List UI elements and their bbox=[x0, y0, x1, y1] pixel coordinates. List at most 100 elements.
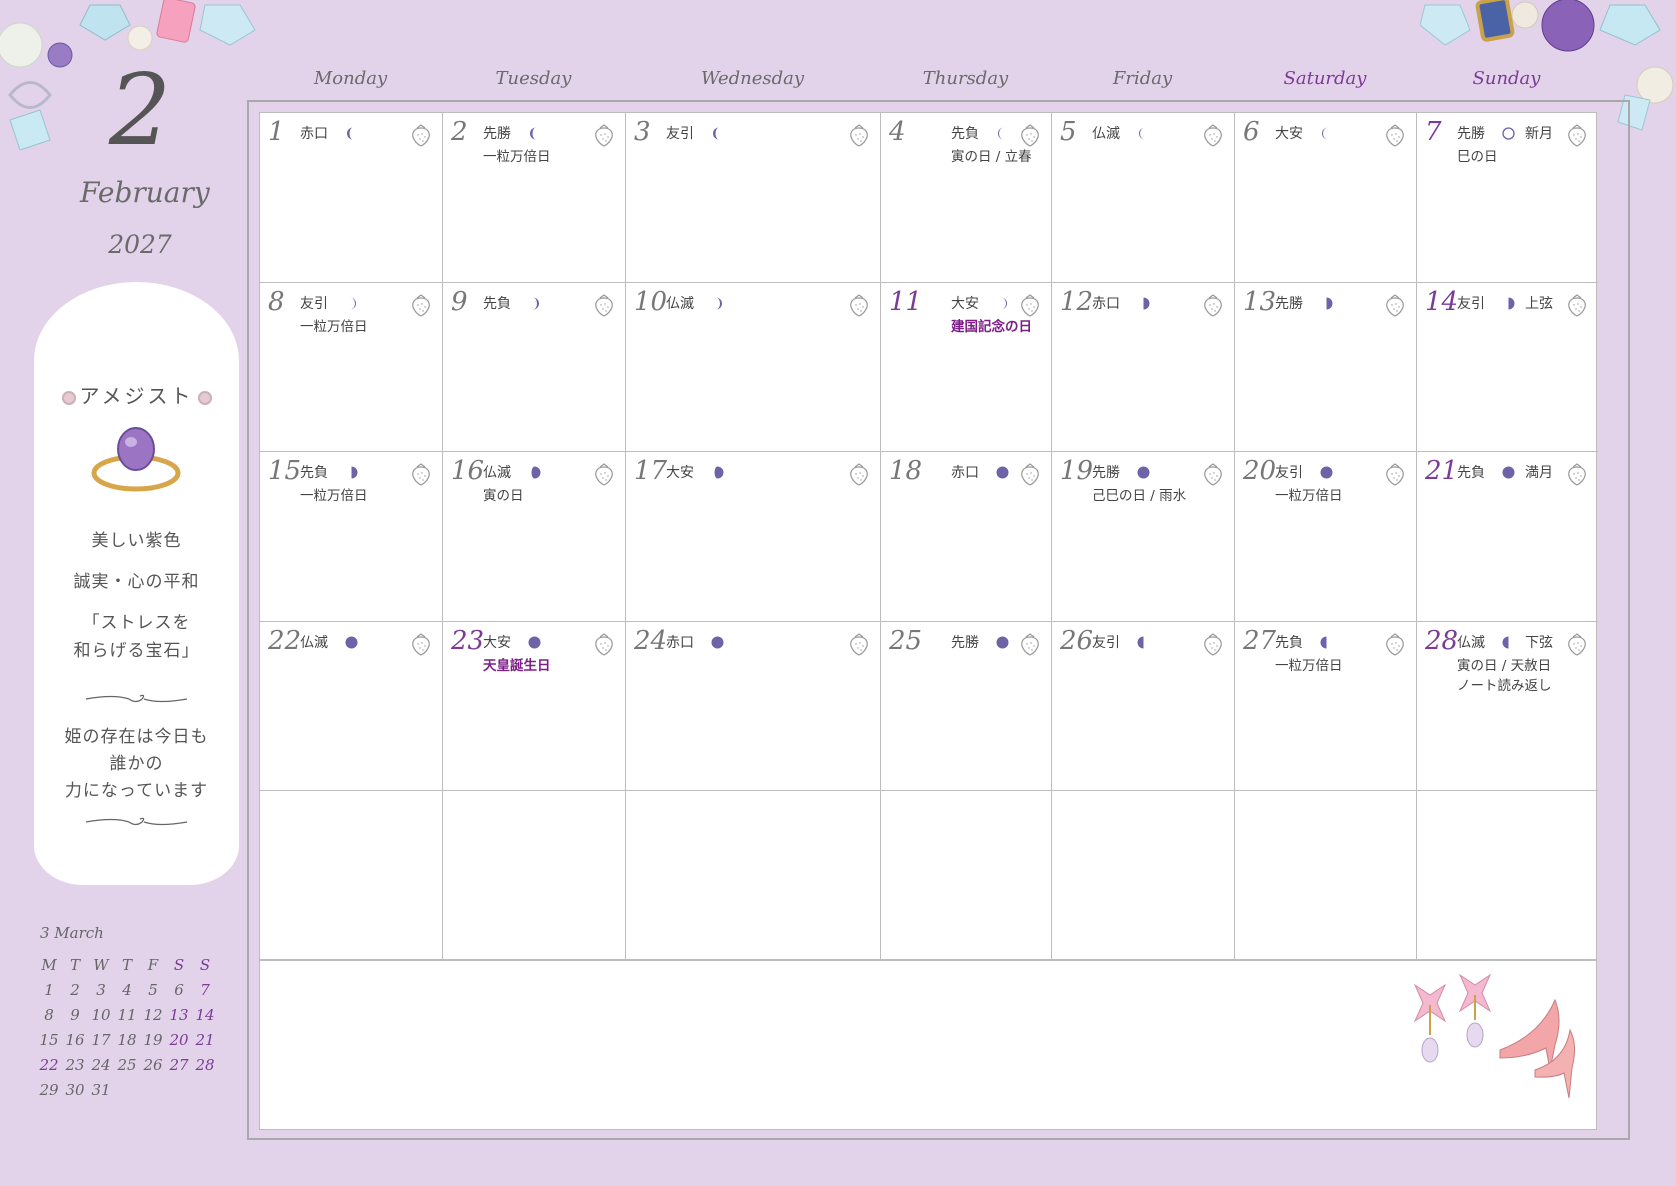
empty-day-cell[interactable] bbox=[626, 791, 881, 961]
mini-calendar-day: 11 bbox=[117, 1006, 137, 1024]
day-cell[interactable]: 17 大安 bbox=[626, 452, 881, 622]
day-number: 8 bbox=[268, 286, 285, 317]
moon-phase-icon bbox=[1137, 295, 1150, 309]
gem-description-line: 和らげる宝石」 bbox=[73, 641, 200, 661]
mini-calendar-day: 4 bbox=[122, 981, 132, 999]
mini-calendar-day: 20 bbox=[169, 1031, 189, 1049]
strawberry-icon bbox=[1019, 123, 1041, 147]
mini-calendar-header: F bbox=[147, 956, 159, 974]
moon-phase-icon bbox=[1320, 295, 1333, 309]
day-cell[interactable]: 27 先負 一粒万倍日 bbox=[1235, 621, 1417, 791]
day-number: 1 bbox=[268, 117, 285, 147]
empty-day-cell[interactable] bbox=[881, 791, 1052, 961]
mini-calendar-day: 13 bbox=[169, 1006, 189, 1024]
rokuyo-label: 赤口 bbox=[1092, 295, 1120, 312]
day-cell[interactable]: 9 先負 bbox=[443, 282, 626, 452]
day-cell[interactable]: 15 先負 一粒万倍日 bbox=[260, 452, 443, 622]
moon-phase-icon bbox=[1320, 634, 1333, 648]
mini-calendar-header: T bbox=[121, 956, 132, 974]
strawberry-icon bbox=[848, 293, 870, 317]
rokuyo-label: 仏滅 bbox=[300, 634, 328, 651]
day-number: 4 bbox=[889, 117, 906, 147]
day-number: 17 bbox=[634, 456, 668, 486]
birthstone-name: アメジスト bbox=[34, 380, 239, 409]
strawberry-icon bbox=[410, 632, 432, 656]
rokuyo-label: 先負 bbox=[300, 465, 328, 481]
day-cell[interactable]: 24 赤口 bbox=[626, 621, 881, 791]
strawberry-icon bbox=[410, 293, 432, 317]
strawberry-icon bbox=[593, 632, 615, 656]
mini-calendar-day: 19 bbox=[143, 1031, 163, 1049]
day-cell[interactable]: 19 先勝 己巳の日 / 雨水 bbox=[1052, 452, 1235, 622]
day-number: 3 bbox=[634, 117, 651, 147]
moon-phase-icon bbox=[1137, 634, 1150, 648]
day-cell[interactable]: 6 大安 bbox=[1235, 113, 1417, 283]
moon-phase-icon bbox=[345, 464, 358, 479]
mini-calendar-day: 10 bbox=[91, 1006, 111, 1024]
mini-calendar-header: M bbox=[41, 956, 57, 974]
day-cell[interactable]: 2 先勝 一粒万倍日 bbox=[443, 113, 626, 283]
strawberry-icon bbox=[593, 462, 615, 486]
day-cell[interactable]: 23 大安 天皇誕生日 bbox=[443, 621, 626, 791]
empty-day-cell[interactable] bbox=[1417, 791, 1598, 961]
day-cell[interactable]: 26 友引 bbox=[1052, 621, 1235, 791]
moon-phase-icon bbox=[711, 295, 724, 309]
swirl-divider bbox=[85, 817, 188, 826]
mini-calendar-day: 2 bbox=[70, 981, 80, 999]
mini-calendar-day: 31 bbox=[91, 1081, 111, 1099]
day-cell[interactable]: 18 赤口 bbox=[881, 452, 1052, 622]
rokuyo-label: 先勝 bbox=[1275, 295, 1303, 312]
day-number: 22 bbox=[268, 625, 302, 656]
day-cell[interactable]: 16 仏滅 寅の日 bbox=[443, 452, 626, 622]
day-cell[interactable]: 14 友引 上弦 bbox=[1417, 283, 1598, 452]
day-cell[interactable]: 11 大安 建国記念の日 bbox=[881, 282, 1052, 452]
day-cell[interactable]: 21 先負 満月 bbox=[1417, 452, 1598, 622]
day-note: 一粒万倍日 bbox=[1275, 488, 1343, 504]
day-note: 己巳の日 / 雨水 bbox=[1092, 488, 1187, 504]
moon-phase-icon bbox=[345, 634, 358, 648]
strawberry-icon bbox=[1566, 293, 1588, 317]
day-cell[interactable]: 4 先負 寅の日 / 立春 bbox=[881, 113, 1052, 283]
day-note: 寅の日 bbox=[483, 488, 524, 504]
empty-day-cell[interactable] bbox=[443, 791, 626, 961]
day-cell[interactable]: 13 先勝 bbox=[1235, 282, 1417, 452]
strawberry-icon bbox=[1202, 462, 1224, 486]
day-cell[interactable]: 8 友引 一粒万倍日 bbox=[260, 282, 443, 452]
day-cell[interactable]: 5 仏滅 bbox=[1052, 113, 1235, 283]
strawberry-icon bbox=[848, 462, 870, 486]
mini-calendar-day: 15 bbox=[39, 1031, 59, 1049]
day-number: 6 bbox=[1243, 117, 1260, 147]
strawberry-icon bbox=[1202, 123, 1224, 147]
weekday-header-sunday: Sunday bbox=[1472, 68, 1541, 89]
mini-calendar-day: 8 bbox=[44, 1006, 54, 1024]
day-cell[interactable]: 20 友引 一粒万倍日 bbox=[1235, 452, 1417, 622]
day-cell[interactable]: 1 赤口 bbox=[260, 113, 443, 283]
notes-area[interactable] bbox=[259, 960, 1597, 1130]
day-cell[interactable]: 12 赤口 bbox=[1052, 282, 1235, 452]
strawberry-icon bbox=[1202, 632, 1224, 656]
strawberry-icon bbox=[1202, 293, 1224, 317]
empty-day-cell[interactable] bbox=[1235, 791, 1417, 961]
day-cell[interactable]: 3 友引 bbox=[626, 113, 881, 283]
empty-day-cell[interactable] bbox=[260, 791, 443, 961]
day-number: 5 bbox=[1060, 117, 1077, 147]
day-cell[interactable]: 10 仏滅 bbox=[626, 282, 881, 452]
moon-phase-label: 下弦 bbox=[1525, 634, 1553, 651]
rokuyo-label: 先勝 bbox=[1092, 465, 1120, 481]
day-number: 20 bbox=[1243, 456, 1277, 486]
holiday-label: 天皇誕生日 bbox=[483, 657, 551, 674]
day-cell[interactable]: 25 先勝 bbox=[881, 621, 1052, 791]
day-cell[interactable]: 7 先勝 新月 巳の日 bbox=[1417, 113, 1598, 283]
day-cell[interactable]: 28 仏滅 下弦 寅の日 / 天赦日 ノート読み返し bbox=[1417, 622, 1598, 791]
moon-phase-icon bbox=[996, 464, 1009, 479]
rokuyo-label: 先勝 bbox=[483, 126, 511, 142]
rokuyo-label: 先負 bbox=[951, 126, 979, 142]
moon-phase-label: 上弦 bbox=[1525, 295, 1553, 312]
rokuyo-label: 仏滅 bbox=[1457, 634, 1485, 651]
empty-day-cell[interactable] bbox=[1052, 791, 1235, 961]
gem-message-line: 姫の存在は今日も bbox=[64, 727, 209, 747]
day-cell[interactable]: 22 仏滅 bbox=[260, 621, 443, 791]
mini-calendar-day: 12 bbox=[143, 1006, 163, 1024]
mini-calendar-day bbox=[192, 1080, 218, 1100]
day-number: 9 bbox=[451, 286, 468, 317]
